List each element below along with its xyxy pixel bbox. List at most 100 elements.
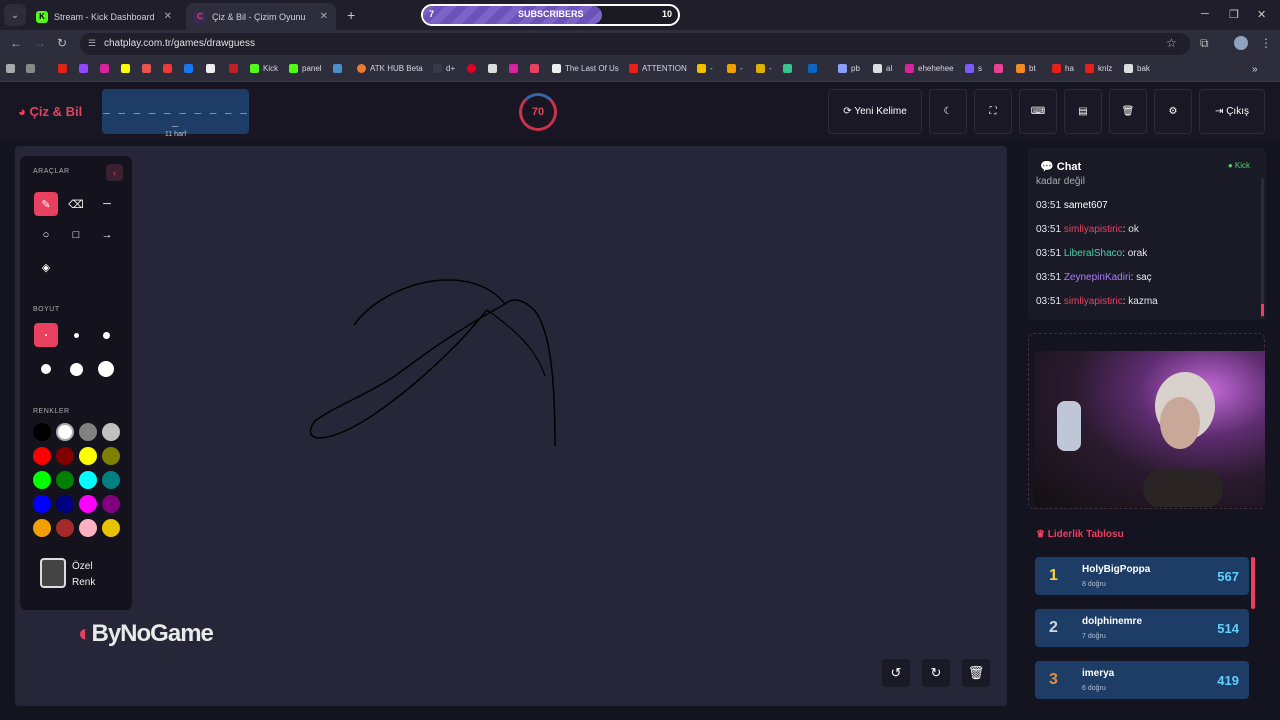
- instagram-icon[interactable]: [100, 64, 113, 73]
- tab-drawguess[interactable]: C Çiz & Bil - Çizim Oyunu ✕: [186, 3, 336, 30]
- bookmark-diamond-icon[interactable]: [488, 64, 501, 73]
- bookmark-bak[interactable]: bak: [1124, 64, 1150, 73]
- linkedin-icon[interactable]: [808, 64, 821, 73]
- extensions-icon[interactable]: ⧉: [1200, 36, 1209, 51]
- bookmark-panel[interactable]: panel: [289, 64, 322, 73]
- bookmark-red-icon[interactable]: [229, 64, 242, 73]
- twitch-icon[interactable]: [79, 64, 92, 73]
- keyboard-button[interactable]: ⌨: [1019, 89, 1057, 134]
- color-swatch[interactable]: [33, 495, 51, 513]
- bookmark-knlz[interactable]: knlz: [1085, 64, 1112, 73]
- size-option-5[interactable]: [64, 357, 88, 381]
- bookmark-s[interactable]: s: [965, 64, 982, 73]
- color-swatch[interactable]: [79, 519, 97, 537]
- size-option-2[interactable]: [64, 323, 88, 347]
- bookmark-green-icon[interactable]: [783, 64, 796, 73]
- new-word-button[interactable]: ⟳ Yeni Kelime: [828, 89, 922, 134]
- chat-scrollbar[interactable]: [1261, 178, 1264, 318]
- color-swatch[interactable]: [102, 519, 120, 537]
- eraser-tool[interactable]: ⌫: [64, 192, 88, 216]
- bookmark-kick[interactable]: Kick: [250, 64, 278, 73]
- bookmarks-apps-icon[interactable]: [6, 64, 19, 73]
- bookmark-bt[interactable]: bt: [1016, 64, 1036, 73]
- bookmark-ha[interactable]: ha: [1052, 64, 1074, 73]
- bookmark-dplus[interactable]: d+: [433, 64, 455, 73]
- fill-tool[interactable]: ◈: [34, 255, 58, 279]
- back-button[interactable]: ←: [10, 36, 22, 50]
- clear-button[interactable]: 🗑: [1109, 89, 1147, 134]
- color-swatch[interactable]: [102, 495, 120, 513]
- bookmark-icon[interactable]: [530, 64, 543, 73]
- size-option-3[interactable]: [94, 323, 118, 347]
- settings-button[interactable]: ⚙: [1154, 89, 1192, 134]
- chat-username[interactable]: samet607: [1064, 200, 1108, 211]
- undo-button[interactable]: ↺: [882, 659, 910, 687]
- size-option-6[interactable]: [94, 357, 118, 381]
- collapse-panel-button[interactable]: ‹: [106, 164, 123, 181]
- chat-username[interactable]: simliyapistiric: [1064, 296, 1123, 307]
- browser-menu-icon[interactable]: ⋮: [1260, 36, 1272, 50]
- address-input[interactable]: ☰ chatplay.com.tr/games/drawguess: [80, 33, 1190, 55]
- steam-icon[interactable]: [333, 64, 346, 73]
- bookmark-the-last-of-us[interactable]: The Last Of Us: [552, 64, 619, 73]
- line-tool[interactable]: ─: [95, 192, 119, 216]
- x-icon[interactable]: [206, 64, 219, 73]
- pinterest-icon[interactable]: [467, 64, 480, 73]
- color-swatch[interactable]: [102, 423, 120, 441]
- color-swatch[interactable]: [102, 471, 120, 489]
- size-option-4[interactable]: [34, 357, 58, 381]
- color-swatch[interactable]: [79, 447, 97, 465]
- chat-username[interactable]: simliyapistiric: [1064, 224, 1123, 235]
- color-swatch[interactable]: [33, 519, 51, 537]
- circle-tool[interactable]: ○: [34, 223, 58, 247]
- window-close-button[interactable]: ✕: [1257, 8, 1266, 21]
- rectangle-tool[interactable]: □: [64, 223, 88, 247]
- brush-tool[interactable]: ✎: [34, 192, 58, 216]
- size-option-1[interactable]: [34, 323, 58, 347]
- apps-grid-icon[interactable]: [26, 64, 39, 73]
- bookmark-ehehehee[interactable]: ehehehee: [905, 64, 954, 73]
- arrow-tool[interactable]: →: [95, 223, 119, 247]
- chat-username[interactable]: LiberalShaco: [1064, 248, 1122, 259]
- color-swatch[interactable]: [33, 423, 51, 441]
- profile-avatar[interactable]: [1234, 36, 1248, 50]
- tab-search-button[interactable]: ⌄: [4, 4, 26, 26]
- redo-button[interactable]: ↻: [922, 659, 950, 687]
- color-swatch[interactable]: [56, 447, 74, 465]
- close-icon[interactable]: ✕: [164, 11, 172, 22]
- forward-button[interactable]: →: [34, 36, 46, 50]
- color-swatch[interactable]: [33, 471, 51, 489]
- logout-button[interactable]: ⇥ Çıkış: [1199, 89, 1265, 134]
- color-swatch[interactable]: [102, 447, 120, 465]
- bookmark-misc-3[interactable]: -: [756, 64, 772, 73]
- bookmark-misc-1[interactable]: -: [697, 64, 713, 73]
- bookmark-misc-2[interactable]: -: [727, 64, 743, 73]
- color-swatch[interactable]: [79, 495, 97, 513]
- color-swatch[interactable]: [79, 423, 97, 441]
- app-logo[interactable]: ◕ Çiz & Bil: [18, 104, 82, 119]
- facebook-icon[interactable]: [184, 64, 197, 73]
- dark-mode-button[interactable]: ☾: [929, 89, 967, 134]
- maximize-button[interactable]: ❐: [1229, 8, 1239, 21]
- close-icon[interactable]: ✕: [320, 11, 328, 22]
- color-swatch[interactable]: [56, 471, 74, 489]
- chat-username[interactable]: ZeynepinKadiri: [1064, 272, 1131, 283]
- bookmark-attention[interactable]: ATTENTION: [629, 64, 687, 73]
- archive-button[interactable]: ▤: [1064, 89, 1102, 134]
- tab-kick-dashboard[interactable]: K Stream - Kick Dashboard ✕: [28, 3, 180, 30]
- color-swatch[interactable]: [56, 519, 74, 537]
- bookmark-pink-icon[interactable]: [994, 64, 1007, 73]
- color-swatch[interactable]: [79, 471, 97, 489]
- snapchat-icon[interactable]: [121, 64, 134, 73]
- color-swatch[interactable]: [56, 423, 74, 441]
- whatsapp-icon[interactable]: [142, 64, 155, 73]
- chat-scroll-thumb[interactable]: [1261, 304, 1264, 316]
- bookmark-star-icon[interactable]: ☆: [1166, 36, 1177, 50]
- minimize-button[interactable]: ─: [1201, 8, 1209, 20]
- bookmark-atk-hub[interactable]: ATK HUB Beta: [357, 64, 423, 73]
- new-tab-button[interactable]: +: [347, 7, 355, 23]
- fullscreen-button[interactable]: ⛶: [974, 89, 1012, 134]
- bookmark-al[interactable]: al: [873, 64, 892, 73]
- leaderboard-scroll-thumb[interactable]: [1251, 557, 1255, 609]
- vivaldi-icon[interactable]: [163, 64, 176, 73]
